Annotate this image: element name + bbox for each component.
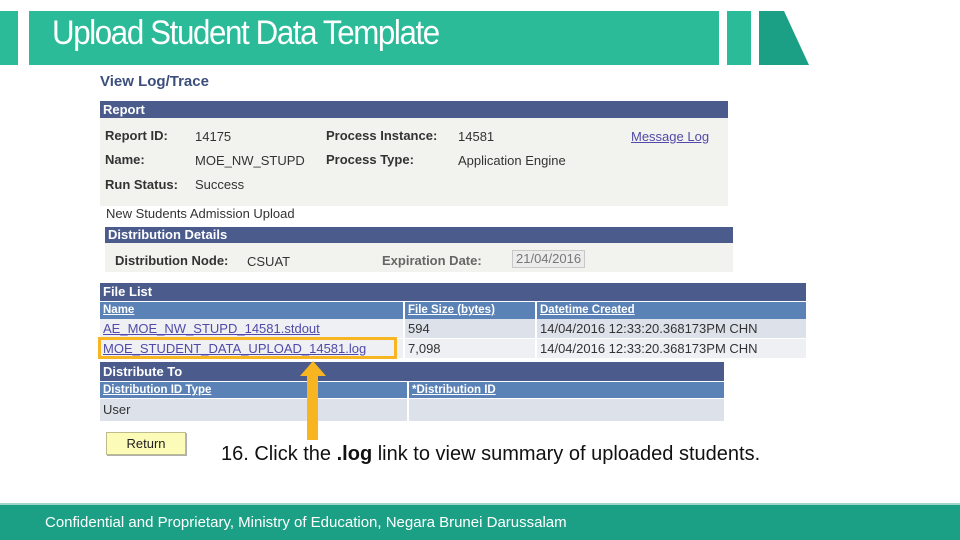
distribution-node-label: Distribution Node: [115, 253, 229, 268]
banner-accent-left [0, 11, 18, 65]
report-description: New Students Admission Upload [106, 206, 295, 221]
column-header-file-size[interactable]: File Size (bytes) [405, 302, 535, 319]
report-id-value: 14175 [195, 129, 232, 144]
distribute-to-header: Distribute To [100, 362, 724, 381]
file-size-cell: 594 [405, 319, 535, 338]
return-button[interactable]: Return [106, 432, 186, 455]
message-log-link[interactable]: Message Log [631, 129, 709, 144]
instruction-text: 16. Click the .log link to view summary … [221, 443, 760, 466]
slide-title: Upload Student Data Template [52, 14, 440, 52]
instruction-prefix: 16. Click the [221, 443, 337, 465]
log-link-highlight [98, 337, 397, 359]
report-id-label: Report ID: [105, 128, 168, 143]
process-type-value: Application Engine [458, 153, 566, 168]
distribution-id-cell [409, 399, 724, 421]
run-status-label: Run Status: [105, 177, 178, 192]
banner-accent-bar [727, 11, 751, 65]
column-header-datetime[interactable]: Datetime Created [537, 302, 806, 319]
datetime-cell: 14/04/2016 12:33:20.368173PM CHN [537, 339, 806, 358]
process-instance-label: Process Instance: [326, 128, 438, 143]
file-size-cell: 7,098 [405, 339, 535, 358]
column-header-name[interactable]: Name [100, 302, 403, 319]
column-header-distribution-id[interactable]: *Distribution ID [409, 382, 724, 398]
footer-text: Confidential and Proprietary, Ministry o… [45, 514, 567, 531]
instruction-emphasis: .log [336, 443, 373, 465]
run-status-value: Success [195, 177, 245, 192]
arrow-up-icon [300, 361, 326, 440]
process-type-label: Process Type: [326, 152, 414, 167]
distribution-id-type-cell: User [100, 399, 407, 421]
name-label: Name: [105, 152, 145, 167]
process-instance-value: 14581 [458, 129, 495, 144]
file-list-header: File List [100, 283, 806, 301]
expiration-date-label: Expiration Date: [382, 253, 482, 268]
expiration-date-field: 21/04/2016 [512, 250, 586, 268]
instruction-suffix: link to view summary of uploaded student… [372, 443, 761, 465]
distribution-details-header: Distribution Details [105, 227, 733, 243]
datetime-cell: 14/04/2016 12:33:20.368173PM CHN [537, 319, 806, 338]
name-value: MOE_NW_STUPD [195, 153, 305, 168]
report-section-header: Report [100, 101, 728, 118]
distribution-node-value: CSUAT [247, 254, 291, 269]
stdout-file-link[interactable]: AE_MOE_NW_STUPD_14581.stdout [103, 321, 320, 336]
file-name-cell: AE_MOE_NW_STUPD_14581.stdout [100, 319, 403, 338]
page-title: View Log/Trace [100, 73, 209, 90]
banner-accent-trapezoid [759, 11, 809, 65]
column-header-distribution-id-type[interactable]: Distribution ID Type [100, 382, 407, 398]
